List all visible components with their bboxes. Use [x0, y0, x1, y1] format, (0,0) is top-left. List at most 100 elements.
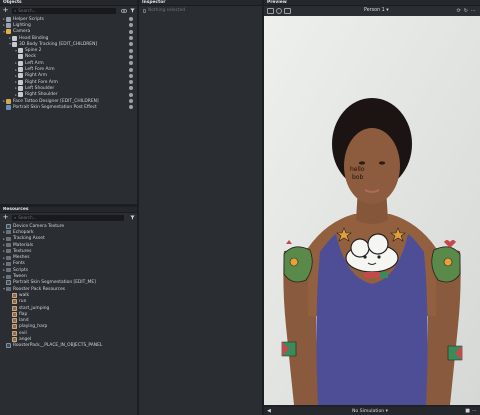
animation-icon	[12, 324, 17, 330]
resource-label: Fonts	[13, 261, 25, 267]
enabled-toggle-icon[interactable]	[129, 105, 133, 110]
enabled-toggle-icon[interactable]	[129, 23, 133, 28]
object-label: Right Shoulder	[25, 92, 58, 98]
resource-label: Materials	[13, 242, 34, 248]
object-icon	[6, 104, 11, 110]
object-icon	[18, 60, 23, 66]
inspector-panel: Inspector Nothing selected	[139, 0, 262, 415]
resource-label: land	[19, 318, 29, 324]
object-label: Helper Scripts	[13, 16, 44, 22]
object-label: Right Arm	[25, 73, 47, 79]
file-icon	[6, 280, 11, 286]
resources-toolbar: + ⌕ Search...	[0, 213, 137, 222]
enabled-toggle-icon[interactable]	[129, 67, 133, 72]
object-icon	[18, 92, 23, 98]
resources-search-input[interactable]: ⌕ Search...	[12, 214, 124, 221]
speaker-icon[interactable]: ◀	[267, 408, 271, 414]
camera-mode-button[interactable]	[267, 8, 274, 14]
preview-viewport[interactable]: hello bob	[264, 16, 480, 405]
eye-icon[interactable]	[121, 8, 127, 14]
preview-right-controls: ⟳ ↻ ⋯	[457, 8, 476, 14]
animation-icon	[12, 318, 17, 324]
resource-label: playing_harp	[19, 324, 48, 330]
object-label: Camera	[13, 29, 31, 35]
enabled-toggle-icon[interactable]	[129, 92, 133, 97]
file-icon	[6, 223, 11, 229]
object-label: Face Tattoo Designer [EDIT_CHILDREN]	[13, 98, 99, 104]
lock-icon	[143, 8, 146, 13]
resource-label: Device Camera Texture	[13, 223, 65, 229]
search-icon: ⌕	[14, 215, 17, 220]
object-icon	[18, 85, 23, 91]
object-icon	[18, 54, 23, 60]
objects-toolbar: + ⌕ Search...	[0, 6, 137, 15]
animation-icon	[12, 299, 17, 305]
folder-icon	[6, 249, 11, 254]
resource-label: Meshes	[13, 255, 30, 261]
object-label: Left Arm	[25, 60, 44, 66]
restart-icon[interactable]: ↻	[464, 8, 468, 14]
person-selector[interactable]: Person 1 ▾	[364, 8, 389, 13]
add-resource-button[interactable]: +	[2, 214, 9, 221]
preview-panel: Preview Person 1 ▾ ⟳ ↻ ⋯ hello bob ◀ No …	[264, 0, 480, 415]
folder-icon	[6, 287, 11, 292]
object-row[interactable]: Portrait Skin Segmentation Post Effect	[0, 104, 137, 110]
face-tattoo-line1: hello	[350, 166, 365, 173]
object-icon	[18, 48, 23, 54]
object-label: Left Fore Arm	[25, 67, 55, 73]
enabled-toggle-icon[interactable]	[129, 48, 133, 53]
object-label: Spine 2	[25, 48, 42, 54]
enabled-toggle-icon[interactable]	[129, 54, 133, 59]
folder-icon	[6, 230, 11, 235]
enabled-toggle-icon[interactable]	[129, 86, 133, 91]
object-icon	[12, 35, 17, 41]
resource-label: flap	[19, 311, 28, 317]
enabled-toggle-icon[interactable]	[129, 99, 133, 103]
resource-label: Portrait Skin Segmentation [EDIT_ME]	[13, 280, 96, 286]
resource-label: evil	[19, 330, 27, 336]
file-icon	[6, 343, 11, 349]
resource-label: start_jumping	[19, 305, 50, 311]
resource-label: RoosterPack__PLACE_IN_OBJECTS_PANEL	[13, 343, 103, 349]
enabled-toggle-icon[interactable]	[129, 36, 133, 41]
objects-search-input[interactable]: ⌕ Search...	[12, 7, 116, 14]
object-label: Neck	[25, 54, 36, 60]
enabled-toggle-icon[interactable]	[129, 73, 133, 78]
record-icon[interactable]: ■	[465, 408, 470, 414]
enabled-toggle-icon[interactable]	[129, 42, 133, 47]
filter-icon[interactable]	[129, 8, 135, 14]
resource-label: Tween	[13, 274, 27, 280]
animation-icon	[12, 305, 17, 311]
folder-icon	[6, 268, 11, 273]
folder-icon	[6, 255, 11, 260]
frame-button[interactable]	[284, 8, 291, 14]
object-icon	[18, 79, 23, 85]
enabled-toggle-icon[interactable]	[129, 17, 133, 22]
resource-label: Textures	[13, 248, 32, 254]
add-object-button[interactable]: +	[2, 7, 9, 14]
inspector-empty-text: Nothing selected	[139, 6, 262, 15]
simulation-selector[interactable]: No Simulation ▾	[352, 409, 388, 414]
folder-icon	[6, 274, 11, 279]
object-label: Right Fore Arm	[25, 79, 58, 85]
search-icon: ⌕	[14, 8, 17, 13]
resource-label: Tracking Asset	[13, 236, 45, 242]
more-icon[interactable]: ⋯	[471, 8, 476, 14]
more-icon[interactable]: ⋯	[472, 408, 477, 414]
reset-camera-button[interactable]	[276, 8, 282, 14]
enabled-toggle-icon[interactable]	[129, 29, 133, 34]
enabled-toggle-icon[interactable]	[129, 80, 133, 85]
filter-icon[interactable]	[129, 215, 135, 221]
objects-panel: Objects + ⌕ Search... ▸ Helper Scripts ▸ Li…	[0, 0, 137, 204]
resource-row[interactable]: RoosterPack__PLACE_IN_OBJECTS_PANEL	[0, 343, 137, 349]
animation-icon	[12, 292, 17, 298]
folder-icon	[6, 236, 11, 241]
preview-bottom-bar: ◀ No Simulation ▾ ■ ⋯	[264, 407, 480, 415]
enabled-toggle-icon[interactable]	[129, 61, 133, 66]
object-icon	[18, 73, 23, 79]
refresh-icon[interactable]: ⟳	[457, 8, 461, 14]
folder-icon	[6, 261, 11, 266]
resource-label: Rooster Pack Resources	[13, 286, 66, 292]
resources-panel: Resources + ⌕ Search... Device Camera Te…	[0, 207, 137, 415]
animation-icon	[12, 330, 17, 336]
